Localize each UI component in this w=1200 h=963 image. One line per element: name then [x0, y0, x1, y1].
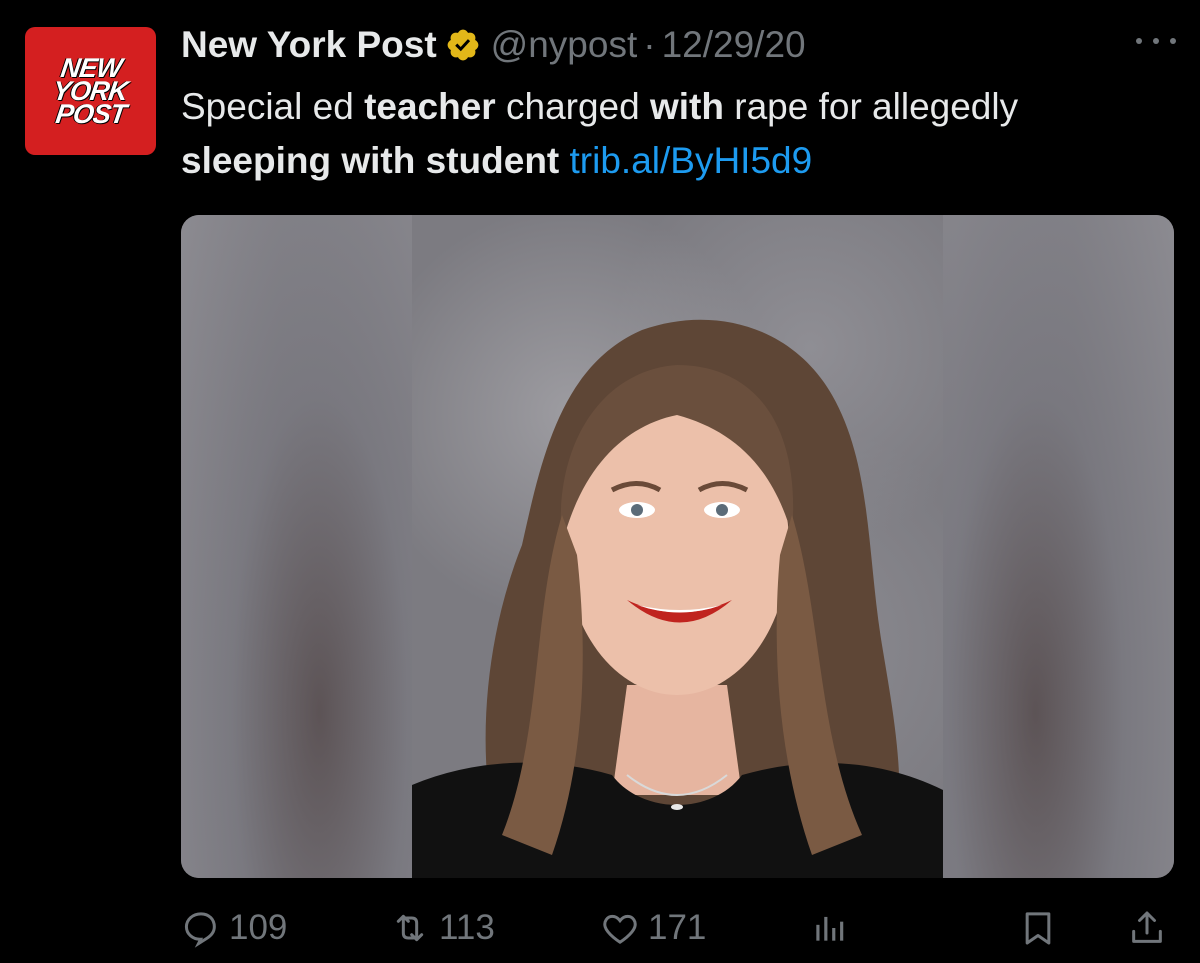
avatar[interactable]: NEW YORK POST — [25, 27, 156, 155]
portrait-illustration — [412, 319, 943, 878]
tweet-text: Special ed teacher charged with rape for… — [181, 80, 1141, 188]
media-blur-left — [181, 215, 412, 878]
text-segment: rape for allegedly — [723, 86, 1019, 127]
verified-badge-icon[interactable] — [445, 27, 481, 63]
retweet-count: 113 — [439, 908, 495, 947]
text-segment-bold: teacher — [364, 86, 496, 127]
timestamp[interactable]: 12/29/20 — [662, 24, 806, 66]
reply-icon — [184, 912, 216, 948]
text-segment-bold: sleeping with student — [181, 140, 560, 181]
handle[interactable]: @nypost — [491, 24, 638, 66]
heart-icon — [603, 914, 637, 944]
share-button[interactable] — [1127, 900, 1167, 956]
reply-count: 109 — [229, 908, 288, 947]
tweet-header: New York Post @nypost · 12/29/20 — [181, 22, 806, 68]
more-dot — [1153, 38, 1159, 44]
action-bar: 109 113 171 — [181, 900, 1174, 956]
bookmark-icon — [1025, 912, 1051, 945]
more-icon[interactable] — [1136, 34, 1176, 48]
retweet-icon — [396, 914, 424, 942]
share-icon — [1132, 911, 1162, 943]
tweet-link[interactable]: trib.al/ByHI5d9 — [570, 140, 813, 181]
like-count: 171 — [648, 908, 707, 947]
bookmark-button[interactable] — [1018, 900, 1058, 956]
separator-dot: · — [643, 24, 656, 65]
display-name[interactable]: New York Post — [181, 24, 437, 66]
more-dot — [1170, 38, 1176, 44]
avatar-logo-line-3: POST — [53, 98, 128, 129]
reply-button[interactable]: 109 — [181, 900, 287, 956]
text-segment-bold: with — [650, 86, 724, 127]
media-photo[interactable] — [412, 215, 943, 878]
tweet-media[interactable] — [181, 215, 1174, 878]
text-segment: Special ed — [181, 86, 365, 127]
views-button[interactable] — [810, 900, 848, 956]
like-button[interactable]: 171 — [600, 900, 706, 956]
media-blur-right — [943, 215, 1174, 878]
more-dot — [1136, 38, 1142, 44]
text-segment — [559, 140, 569, 181]
views-chart-icon — [816, 916, 844, 941]
text-segment: charged — [495, 86, 650, 127]
retweet-button[interactable]: 113 — [389, 900, 495, 956]
